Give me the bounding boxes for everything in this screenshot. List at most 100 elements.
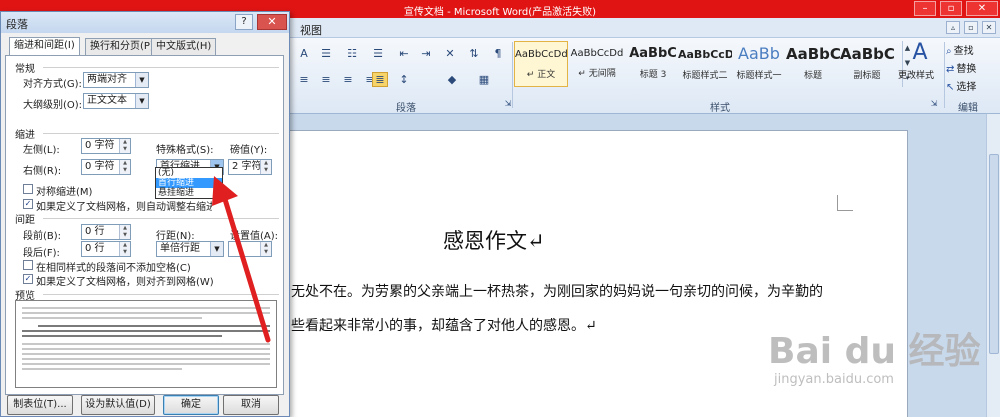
paragraph-launcher-icon[interactable]: ⇲ bbox=[500, 96, 516, 111]
tab-view[interactable]: 视图 bbox=[300, 22, 322, 38]
ok-button[interactable]: 确定 bbox=[163, 395, 219, 415]
no-space-same-style-label: 在相同样式的段落间不添加空格(C) bbox=[36, 263, 191, 274]
numbering-icon[interactable]: ☷ bbox=[344, 46, 360, 61]
preview-line bbox=[38, 325, 270, 327]
align-center-icon[interactable]: ≡ bbox=[318, 72, 334, 87]
alignment-label: 对齐方式(G): bbox=[23, 79, 82, 90]
preview-line bbox=[22, 368, 182, 370]
auto-adjust-indent-label: 如果定义了文档网格，则自动调整右缩进(D) bbox=[36, 202, 212, 213]
tab-line-page-breaks[interactable]: 换行和分页(P) bbox=[85, 38, 159, 55]
line-spacing-select[interactable]: 单倍行距 ▼ bbox=[156, 241, 224, 257]
change-styles-icon: A bbox=[912, 40, 928, 65]
indent-by-stepper[interactable]: 2 字符 ▲ ▼ bbox=[228, 159, 272, 175]
dropdown-option-none[interactable]: (无) bbox=[156, 168, 222, 178]
auto-adjust-indent-checkbox[interactable]: ✓ bbox=[23, 199, 33, 209]
watermark-logo: Bai du 经验 bbox=[768, 331, 981, 372]
tab-asian-typography[interactable]: 中文版式(H) bbox=[151, 38, 217, 55]
replace-button[interactable]: ⇄ 替换 bbox=[946, 60, 976, 75]
spin-arrows-icon[interactable]: ▲ ▼ bbox=[119, 225, 130, 239]
style-no-spacing[interactable]: AaBbCcDd ↵ 无间隔 bbox=[570, 41, 624, 87]
dropdown-option-first-line[interactable]: 首行缩进 bbox=[156, 178, 222, 188]
line-spacing-icon[interactable]: ↕ bbox=[396, 72, 412, 87]
no-space-same-style-checkbox[interactable] bbox=[23, 260, 33, 270]
right-indent-stepper[interactable]: 0 字符 ▲ ▼ bbox=[81, 159, 131, 175]
spin-arrows-icon[interactable]: ▲ ▼ bbox=[119, 160, 130, 174]
style-heading-3[interactable]: AaBbC 标题 3 bbox=[626, 41, 680, 87]
align-right-icon[interactable]: ≡ bbox=[340, 72, 356, 87]
help-button[interactable]: ? bbox=[235, 14, 253, 30]
spin-arrows-icon[interactable]: ▲ ▼ bbox=[119, 139, 130, 153]
outline-level-select[interactable]: 正文文本 ▼ bbox=[83, 93, 149, 109]
cancel-button[interactable]: 取消 bbox=[223, 395, 279, 415]
find-button[interactable]: ⌕ 查找 bbox=[946, 42, 974, 57]
edit-group-label: 编辑 bbox=[958, 103, 978, 114]
style-heading-custom-2[interactable]: AaBbCcD 标题样式二 bbox=[678, 41, 732, 87]
margin-corner-mark bbox=[837, 195, 853, 211]
chinese-layout-icon[interactable]: ✕ bbox=[442, 46, 458, 61]
special-indent-label: 特殊格式(S): bbox=[156, 145, 214, 156]
preview-line bbox=[22, 317, 202, 319]
ribbon-restore-icon[interactable]: ▫ bbox=[964, 21, 978, 34]
ribbon-close-icon[interactable]: ✕ bbox=[982, 21, 996, 34]
preview-line bbox=[22, 353, 270, 355]
minimize-button[interactable]: – bbox=[914, 1, 936, 16]
distributed-icon[interactable]: ≣ bbox=[372, 72, 388, 87]
spin-arrows-icon[interactable]: ▲ ▼ bbox=[260, 160, 271, 174]
tabs-button[interactable]: 制表位(T)... bbox=[7, 395, 73, 415]
section-divider bbox=[43, 218, 279, 219]
tab-indents-spacing[interactable]: 缩进和间距(I) bbox=[9, 37, 80, 56]
close-window-button[interactable]: ✕ bbox=[966, 1, 998, 16]
scrollbar-thumb[interactable] bbox=[989, 154, 999, 354]
mirror-indents-checkbox[interactable] bbox=[23, 184, 33, 194]
style-heading-custom-1[interactable]: AaBb 标题样式一 bbox=[732, 41, 786, 87]
spin-arrows-icon[interactable]: ▲ ▼ bbox=[260, 242, 271, 256]
watermark-url: jingyan.baidu.com bbox=[774, 372, 894, 387]
group-separator bbox=[512, 42, 513, 108]
chevron-down-icon: ▼ bbox=[210, 242, 223, 256]
sort-icon[interactable]: ⇅ bbox=[466, 46, 482, 61]
maximize-button[interactable]: ▫ bbox=[940, 1, 962, 16]
border-icon[interactable]: ▦ bbox=[476, 72, 492, 87]
general-section-label: 常规 bbox=[15, 64, 35, 75]
preview-line bbox=[22, 348, 270, 350]
vertical-scrollbar[interactable] bbox=[986, 114, 1000, 417]
special-indent-dropdown: (无) 首行缩进 悬挂缩进 bbox=[155, 167, 223, 199]
select-button[interactable]: ↖ 选择 bbox=[946, 78, 976, 93]
shading-icon[interactable]: ◆ bbox=[444, 72, 460, 87]
spin-arrows-icon[interactable]: ▲ ▼ bbox=[119, 242, 130, 256]
style-normal[interactable]: AaBbCcDd ↵ 正文 bbox=[514, 41, 568, 87]
preview-line bbox=[22, 307, 270, 309]
snap-to-grid-checkbox[interactable]: ✓ bbox=[23, 274, 33, 284]
style-title[interactable]: AaBbC 标题 bbox=[786, 41, 840, 87]
set-default-button[interactable]: 设为默认值(D) bbox=[81, 395, 155, 415]
increase-indent-icon[interactable]: ⇥ bbox=[418, 46, 434, 61]
document-line-2: 些看起来非常小的事，却蕴含了对他人的感恩。↵ bbox=[291, 318, 597, 334]
left-indent-label: 左侧(L): bbox=[23, 145, 60, 156]
left-indent-stepper[interactable]: 0 字符 ▲ ▼ bbox=[81, 138, 131, 154]
preview-line bbox=[22, 335, 222, 337]
section-divider bbox=[43, 294, 279, 295]
line-spacing-at-stepper[interactable]: ▲ ▼ bbox=[228, 241, 272, 257]
decrease-indent-icon[interactable]: ⇤ bbox=[396, 46, 412, 61]
right-indent-label: 右侧(R): bbox=[23, 166, 62, 177]
styles-launcher-icon[interactable]: ⇲ bbox=[926, 96, 942, 111]
multilevel-list-icon[interactable]: ☰ bbox=[370, 46, 386, 61]
preview-line bbox=[22, 363, 270, 365]
change-styles-button[interactable]: A 更改样式 bbox=[898, 40, 942, 81]
space-after-stepper[interactable]: 0 行 ▲ ▼ bbox=[81, 241, 131, 257]
ribbon-minimize-icon[interactable]: ▵ bbox=[946, 21, 960, 34]
space-before-stepper[interactable]: 0 行 ▲ ▼ bbox=[81, 224, 131, 240]
align-left-icon[interactable]: ≡ bbox=[296, 72, 312, 87]
style-subtitle[interactable]: AaBbC 副标题 bbox=[840, 41, 894, 87]
document-title: 感恩作文↵ bbox=[443, 229, 545, 253]
indent-section-label: 缩进 bbox=[15, 130, 35, 141]
mirror-indents-label: 对称缩进(M) bbox=[36, 187, 93, 198]
indent-by-label: 磅值(Y): bbox=[230, 145, 268, 156]
borders-text-icon[interactable]: A bbox=[296, 46, 312, 61]
show-marks-icon[interactable]: ¶ bbox=[490, 46, 506, 61]
dialog-close-button[interactable]: ✕ bbox=[257, 14, 287, 30]
alignment-select[interactable]: 两端对齐 ▼ bbox=[83, 72, 149, 88]
bullets-icon[interactable]: ☰ bbox=[318, 46, 334, 61]
spacing-section-label: 间距 bbox=[15, 215, 35, 226]
dropdown-option-hanging[interactable]: 悬挂缩进 bbox=[156, 188, 222, 198]
